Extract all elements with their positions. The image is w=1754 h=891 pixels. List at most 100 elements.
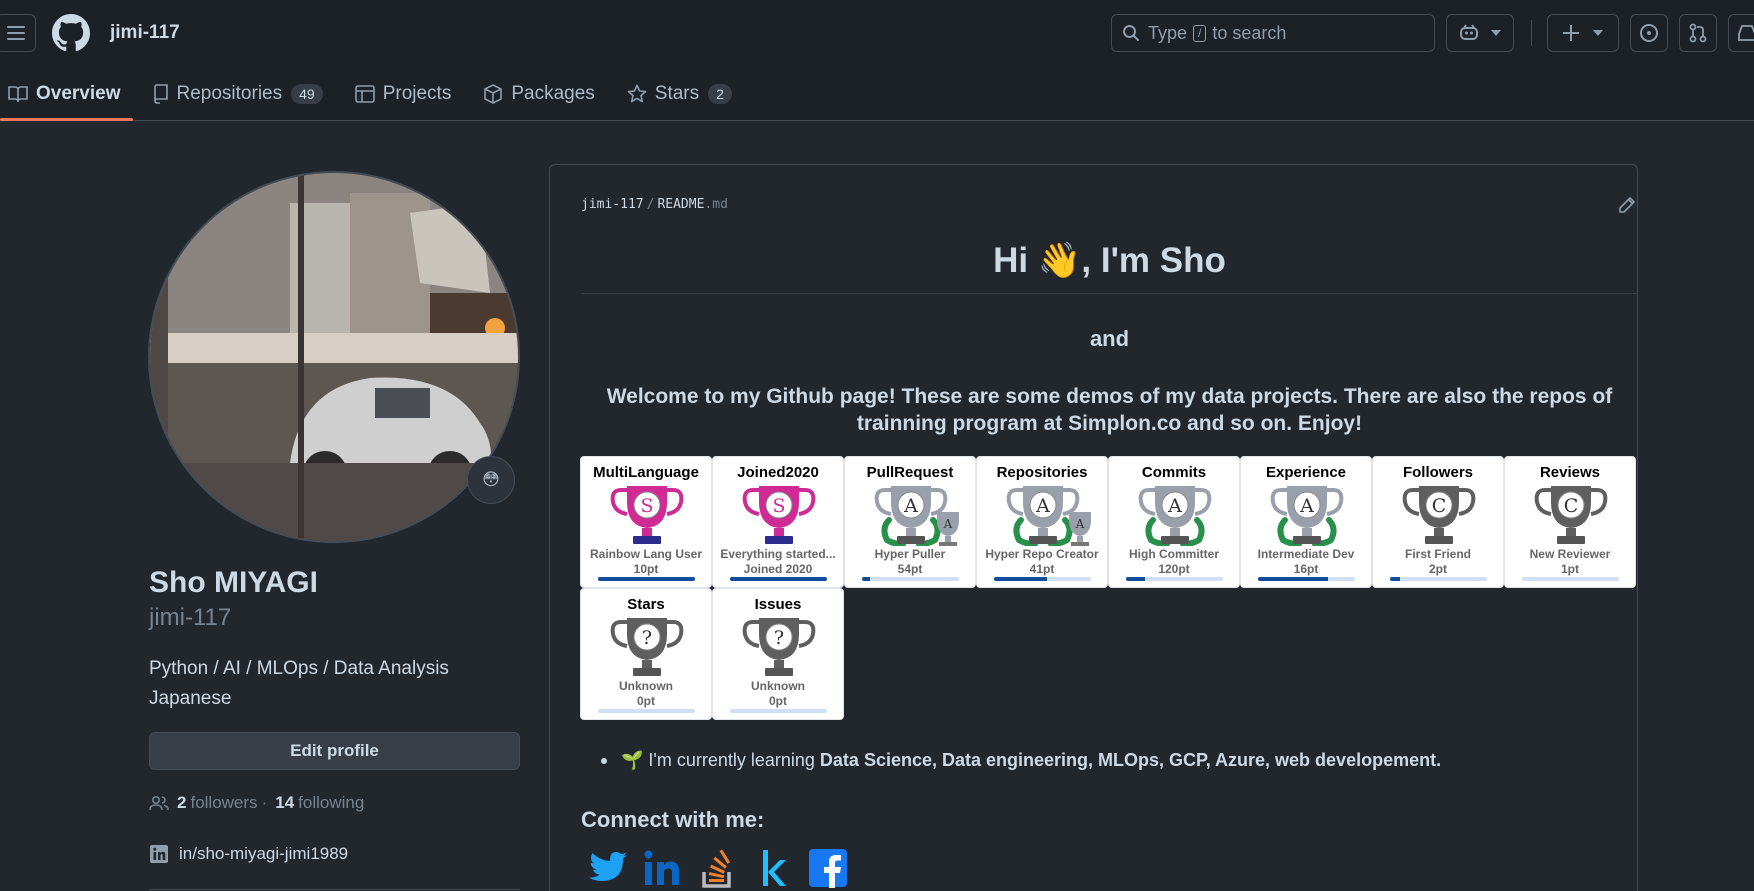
linkedin-icon — [150, 845, 168, 863]
trophy-cup-icon: ? — [610, 618, 684, 676]
trophy-cup-icon: S — [610, 486, 684, 544]
tab-repositories[interactable]: Repositories 49 — [141, 78, 335, 110]
trophy-card: MultiLanguage S Rainbow Lang User 10pt — [580, 456, 712, 588]
trophy-points: 120pt — [1158, 562, 1190, 576]
create-new-button[interactable] — [1547, 14, 1619, 52]
trophy-name: Everything started... — [720, 547, 836, 561]
svg-text:A: A — [903, 495, 918, 517]
tab-overview[interactable]: Overview — [0, 78, 133, 121]
status-emoji-icon: 😳 — [482, 470, 500, 489]
stackoverflow-icon[interactable] — [694, 846, 742, 890]
tab-projects[interactable]: Projects — [343, 78, 464, 110]
search-placeholder-post: to search — [1212, 22, 1287, 43]
readme-path-file[interactable]: README — [657, 197, 704, 212]
linkedin-icon[interactable] — [639, 846, 687, 890]
trophy-progress-bar — [598, 709, 695, 713]
trophy-progress-fill — [598, 577, 695, 581]
pull-requests-button[interactable] — [1679, 14, 1717, 52]
svg-text:A: A — [1167, 495, 1182, 517]
hamburger-menu-button[interactable] — [0, 14, 36, 52]
trophy-cup-icon: C — [1534, 486, 1608, 544]
trophy-title: Issues — [754, 596, 802, 613]
svg-text:S: S — [772, 495, 785, 517]
search-input[interactable]: Type / to search — [1111, 14, 1435, 52]
profile-login: jimi-117 — [149, 604, 232, 631]
trophy-progress-bar — [1390, 577, 1487, 581]
trophy-card: Joined2020 S Everything started... Joined 2… — [712, 456, 844, 588]
app-header: jimi-117 Type / to search Overview Repos… — [0, 0, 1754, 121]
trophy-progress-fill — [1126, 577, 1146, 581]
issues-button[interactable] — [1630, 14, 1668, 52]
svg-text:?: ? — [642, 627, 652, 649]
trophy-points: 2pt — [1429, 562, 1447, 576]
following-link[interactable]: following — [298, 793, 364, 813]
bullet-dot — [601, 757, 607, 764]
avatar[interactable] — [148, 171, 520, 543]
tab-label: Packages — [511, 83, 595, 104]
chevron-down-icon — [1491, 30, 1501, 36]
inbox-button[interactable] — [1728, 14, 1754, 52]
readme-path-sep: / — [646, 197, 655, 212]
trophy-name: Hyper Repo Creator — [985, 547, 1099, 561]
kaggle-icon[interactable] — [749, 846, 797, 890]
trophy-progress-bar — [598, 577, 695, 581]
pencil-icon — [1619, 197, 1635, 213]
followers-link[interactable]: followers — [190, 793, 257, 813]
trophy-progress-bar — [730, 709, 827, 713]
linkedin-link[interactable]: in/sho-miyagi-jimi1989 — [149, 844, 348, 864]
trophy-cup-icon: C — [1402, 486, 1476, 544]
bio-line: Python / AI / MLOps / Data Analysis — [149, 658, 449, 679]
tab-stars[interactable]: Stars 2 — [615, 78, 744, 110]
trophy-progress-fill — [862, 577, 870, 581]
trophy-card: Commits A High Committer 120pt — [1108, 456, 1240, 588]
twitter-icon[interactable] — [584, 846, 632, 890]
search-placeholder-pre: Type — [1148, 22, 1188, 43]
header-username-link[interactable]: jimi-117 — [110, 22, 180, 44]
trophy-points: 1pt — [1561, 562, 1579, 576]
list-item: 🌱 I'm currently learning Data Science, D… — [601, 750, 1441, 771]
github-logo-icon[interactable] — [52, 14, 90, 52]
tab-packages[interactable]: Packages — [471, 78, 606, 110]
trophy-progress-bar — [1522, 577, 1619, 581]
edit-profile-button[interactable]: Edit profile — [149, 732, 520, 770]
trophy-card: Stars? Unknown 0pt — [580, 588, 712, 720]
trophy-cup-icon: AA — [874, 486, 959, 546]
trophy-card: Experience A Intermediate Dev 16pt — [1240, 456, 1372, 588]
trophy-progress-fill — [1258, 577, 1328, 581]
trophy-title: Repositories — [996, 464, 1088, 481]
readme-subheading: and — [1089, 326, 1130, 351]
package-icon — [483, 84, 503, 104]
search-icon — [1123, 25, 1139, 41]
chevron-down-icon — [1593, 30, 1603, 36]
profile-tabs: Overview Repositories 49 Projects Packag… — [0, 78, 752, 121]
status-button[interactable]: 😳 — [467, 456, 515, 504]
trophy-cup-icon: ? — [742, 618, 816, 676]
trophy-points: 41pt — [1029, 562, 1055, 576]
svg-text:C: C — [1432, 495, 1447, 517]
svg-text:A: A — [1035, 495, 1050, 517]
readme-path-user[interactable]: jimi-117 — [581, 197, 644, 212]
follow-stats: 2 followers · 14 following — [149, 793, 364, 813]
trophy-name: First Friend — [1404, 547, 1471, 561]
trophy-card: PullRequest A A Hyper Puller 54pt — [844, 456, 976, 588]
trophy-card: Issues? Unknown 0pt — [712, 588, 844, 720]
readme-heading: Hi 👋, I'm Sho — [993, 241, 1226, 280]
trophy-progress-bar — [994, 577, 1091, 581]
profile-bio: Python / AI / MLOps / Data Analysis Japa… — [149, 654, 509, 714]
trophy-title: MultiLanguage — [593, 464, 699, 481]
trophy-card: Reviews C New Reviewer 1pt — [1504, 456, 1636, 588]
trophy-cup-icon: A — [1270, 486, 1344, 546]
book-icon — [8, 85, 28, 103]
svg-text:A: A — [1299, 495, 1314, 517]
readme-path: jimi-117/README.md — [581, 197, 728, 212]
trophy-progress-bar — [1258, 577, 1355, 581]
trophy-title: Reviews — [1539, 464, 1601, 481]
trophy-name: New Reviewer — [1529, 547, 1611, 561]
edit-readme-button[interactable] — [1618, 196, 1636, 219]
following-count[interactable]: 14 — [275, 793, 294, 813]
repo-count-badge: 49 — [291, 84, 323, 104]
copilot-button[interactable] — [1446, 14, 1514, 52]
followers-count[interactable]: 2 — [177, 793, 186, 813]
trophy-title: Commits — [1141, 464, 1207, 481]
facebook-icon[interactable] — [804, 846, 852, 890]
